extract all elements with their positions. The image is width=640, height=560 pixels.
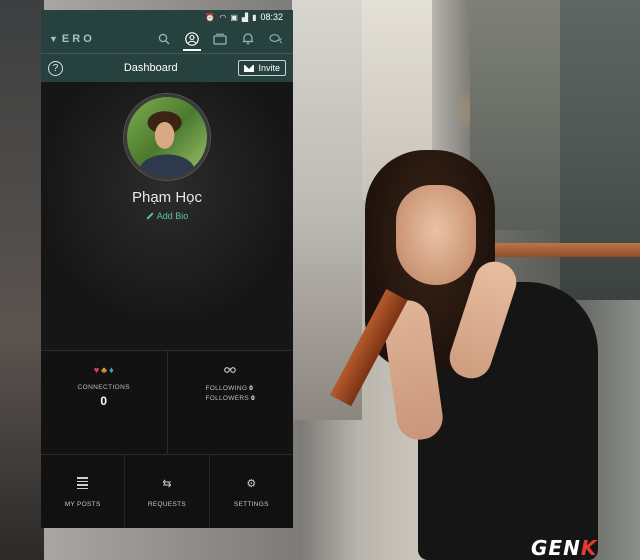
followers-row: FOLLOWERS 0: [205, 394, 255, 404]
search-icon[interactable]: [157, 32, 171, 46]
signal-icon: ▟: [241, 12, 249, 22]
bottom-nav: MY POSTS ⇆ REQUESTS ⚙ SETTINGS: [41, 454, 293, 528]
phone-screen: ⏰ ◠ ▣ ▟ ▮ 08:32 ▼ERO ? Dashboard Invite …: [41, 10, 293, 528]
status-bar: ⏰ ◠ ▣ ▟ ▮ 08:32: [41, 10, 293, 24]
stats-section: ♥ ♣ ♦ CONNECTIONS 0 FOLLOWING 0 FOLLOWER…: [41, 350, 293, 454]
woman-face: [396, 185, 476, 285]
diamond-icon: ♦: [109, 365, 114, 375]
pencil-icon: [146, 212, 154, 220]
status-time: 08:32: [260, 12, 283, 22]
invite-label: Invite: [258, 63, 280, 73]
vero-logo[interactable]: ▼ERO: [49, 33, 157, 45]
avatar[interactable]: [124, 94, 210, 180]
wifi-icon: ◠: [219, 12, 227, 22]
title-bar: ? Dashboard Invite: [41, 54, 293, 82]
invite-button[interactable]: Invite: [238, 60, 286, 76]
follow-counts: FOLLOWING 0 FOLLOWERS 0: [205, 384, 255, 404]
connections-count: 0: [100, 394, 108, 408]
background-building: [0, 0, 44, 560]
my-posts-button[interactable]: MY POSTS: [41, 455, 124, 528]
battery-icon: ▮: [252, 12, 257, 22]
app-bar: ▼ERO: [41, 24, 293, 54]
page-title: Dashboard: [123, 62, 178, 74]
connections-stat[interactable]: ♥ ♣ ♦ CONNECTIONS 0: [41, 351, 168, 454]
watermark-accent: K: [580, 536, 598, 560]
add-bio-link[interactable]: Add Bio: [146, 211, 189, 221]
connection-tiers-icon: ♥ ♣ ♦: [94, 365, 114, 375]
following-label: FOLLOWING: [205, 385, 248, 392]
following-row: FOLLOWING 0: [205, 384, 255, 394]
profile-icon[interactable]: [185, 31, 199, 46]
binoculars-icon: [224, 365, 237, 375]
settings-label: SETTINGS: [233, 501, 269, 508]
alarm-icon: ⏰: [205, 12, 216, 22]
chat-icon[interactable]: [269, 32, 283, 46]
logo-text: ERO: [61, 32, 95, 45]
help-button[interactable]: ?: [48, 60, 63, 76]
friends-icon: ♣: [101, 365, 108, 375]
followers-label: FOLLOWERS: [205, 395, 249, 402]
following-count: 0: [249, 385, 254, 392]
logo-chevron-icon: ▼: [49, 33, 61, 44]
watermark-text: GEN: [531, 536, 581, 560]
list-icon: [77, 477, 89, 491]
requests-button[interactable]: ⇆ REQUESTS: [124, 455, 208, 528]
swap-arrows-icon: ⇆: [162, 478, 172, 490]
gear-icon: ⚙: [246, 478, 257, 490]
connections-label: CONNECTIONS: [77, 384, 130, 391]
following-followers-stat[interactable]: FOLLOWING 0 FOLLOWERS 0: [168, 351, 294, 454]
profile-name: Phạm Học: [131, 189, 203, 206]
my-posts-label: MY POSTS: [64, 501, 101, 508]
sim-icon: ▣: [230, 12, 238, 22]
top-nav: [157, 31, 283, 46]
heart-icon: ♥: [93, 365, 100, 375]
envelope-icon: [244, 64, 255, 72]
notifications-icon[interactable]: [241, 32, 255, 46]
profile-section: Phạm Học Add Bio: [41, 82, 293, 350]
watermark-logo: GENK: [531, 536, 597, 560]
settings-button[interactable]: ⚙ SETTINGS: [208, 455, 293, 528]
add-bio-label: Add Bio: [156, 211, 189, 221]
collections-icon[interactable]: [213, 32, 227, 46]
requests-label: REQUESTS: [147, 501, 187, 508]
followers-count: 0: [251, 395, 256, 402]
